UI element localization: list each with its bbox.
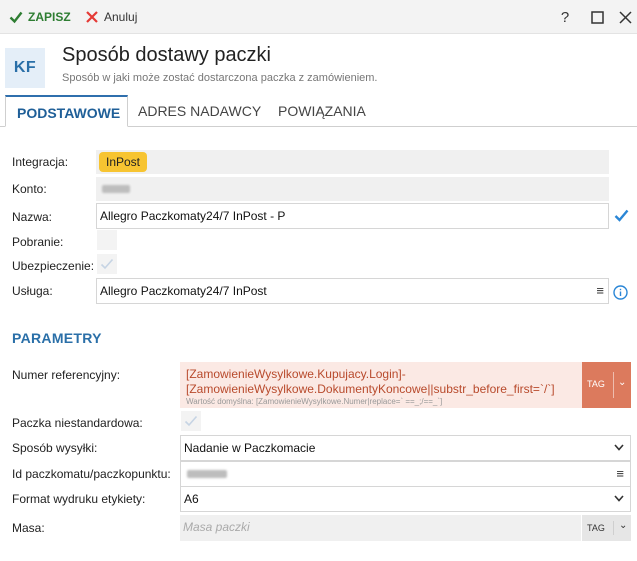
page-subtitle: Sposób w jaki może zostać dostarczona pa… [62, 72, 378, 84]
non-standard-checkbox[interactable] [181, 411, 201, 431]
save-button[interactable]: ZAPISZ [9, 8, 71, 26]
dialog-header: KF Sposób dostawy paczki Sposób w jaki m… [0, 35, 637, 95]
cod-label: Pobranie: [12, 235, 64, 249]
integration-field [96, 150, 609, 174]
ref-number-line-1: [ZamowienieWysylkowe.Kupujacy.Login]- [186, 367, 406, 381]
close-window-button[interactable] [614, 6, 636, 28]
module-badge: KF [5, 48, 45, 88]
ref-number-label: Numer referencyjny: [12, 368, 121, 382]
service-label: Usługa: [12, 284, 53, 298]
cancel-button[interactable]: Anuluj [85, 8, 137, 26]
weight-placeholder: Masa paczki [183, 520, 250, 534]
service-value: Allegro Paczkomaty24/7 InPost [100, 284, 267, 298]
label-format-select[interactable]: A6 [180, 486, 631, 512]
integration-badge: InPost [99, 152, 148, 172]
name-value: Allegro Paczkomaty24/7 InPost - P [100, 209, 286, 223]
name-label: Nazwa: [12, 210, 53, 224]
ref-number-line-2: [ZamowienieWysylkowe.DokumentyKoncowe||s… [186, 382, 555, 396]
maximize-icon [590, 10, 604, 24]
ref-number-tag-button[interactable]: TAG ⌄ [582, 362, 631, 408]
tab-sender-address[interactable]: ADRES NADAWCY [138, 95, 261, 127]
service-select[interactable]: Allegro Paczkomaty24/7 InPost ≡ [96, 278, 609, 304]
ref-number-input[interactable]: [ZamowienieWysylkowe.Kupujacy.Login]- [Z… [180, 362, 582, 408]
section-title-parameters: PARAMETRY [12, 330, 102, 346]
tab-relations[interactable]: POWIĄZANIA [278, 95, 366, 127]
non-standard-label: Paczka niestandardowa: [12, 416, 143, 430]
maximize-button[interactable] [586, 6, 608, 28]
page-title: Sposób dostawy paczki [62, 44, 272, 66]
chevron-down-icon [614, 493, 624, 505]
close-icon [86, 11, 98, 23]
cod-checkbox[interactable] [97, 230, 117, 250]
account-label: Konto: [12, 182, 47, 196]
ref-number-default-hint: Wartość domyślna: [ZamowienieWysylkowe.N… [186, 397, 443, 406]
checkbox-check-icon [184, 415, 198, 427]
checkbox-check-icon [100, 258, 114, 270]
integration-label: Integracja: [12, 155, 69, 169]
save-label: ZAPISZ [28, 10, 71, 24]
chevron-down-icon [614, 442, 624, 454]
chevron-down-icon[interactable]: ⌄ [619, 520, 627, 531]
label-format-label: Format wydruku etykiety: [12, 492, 146, 506]
shipping-method-value: Nadanie w Paczkomacie [184, 441, 316, 455]
toolbar: ZAPISZ Anuluj ? [0, 0, 637, 34]
tab-basic[interactable]: PODSTAWOWE [5, 95, 128, 127]
info-icon[interactable] [613, 285, 628, 300]
list-menu-icon[interactable]: ≡ [596, 283, 604, 298]
weight-input[interactable]: Masa paczki [180, 515, 581, 541]
locker-id-label: Id paczkomatu/paczkopunktu: [12, 467, 171, 481]
chevron-down-icon[interactable]: ⌄ [618, 377, 626, 388]
valid-check-icon [614, 209, 629, 222]
help-label: ? [560, 8, 570, 26]
account-redacted [102, 185, 130, 193]
tag-separator [613, 372, 614, 398]
weight-label: Masa: [12, 521, 45, 535]
tag-label: TAG [587, 523, 605, 533]
weight-tag-button[interactable]: TAG ⌄ [582, 515, 631, 541]
shipping-method-label: Sposób wysyłki: [12, 441, 98, 455]
tag-label: TAG [587, 379, 605, 389]
shipping-method-select[interactable]: Nadanie w Paczkomacie [180, 435, 631, 461]
insurance-label: Ubezpieczenie: [12, 259, 95, 273]
check-icon [9, 11, 23, 24]
locker-id-input[interactable]: ≡ [180, 461, 631, 487]
cancel-label: Anuluj [104, 10, 138, 24]
insurance-checkbox[interactable] [97, 254, 117, 274]
label-format-value: A6 [184, 492, 199, 506]
tab-bar: PODSTAWOWE ADRES NADAWCY POWIĄZANIA [0, 95, 637, 127]
tag-separator [613, 521, 614, 535]
list-menu-icon[interactable]: ≡ [616, 466, 624, 481]
help-button[interactable]: ? [554, 6, 576, 28]
locker-id-redacted [187, 470, 227, 478]
account-field [96, 177, 609, 201]
close-window-icon [618, 10, 632, 24]
name-input[interactable]: Allegro Paczkomaty24/7 InPost - P [96, 203, 609, 229]
